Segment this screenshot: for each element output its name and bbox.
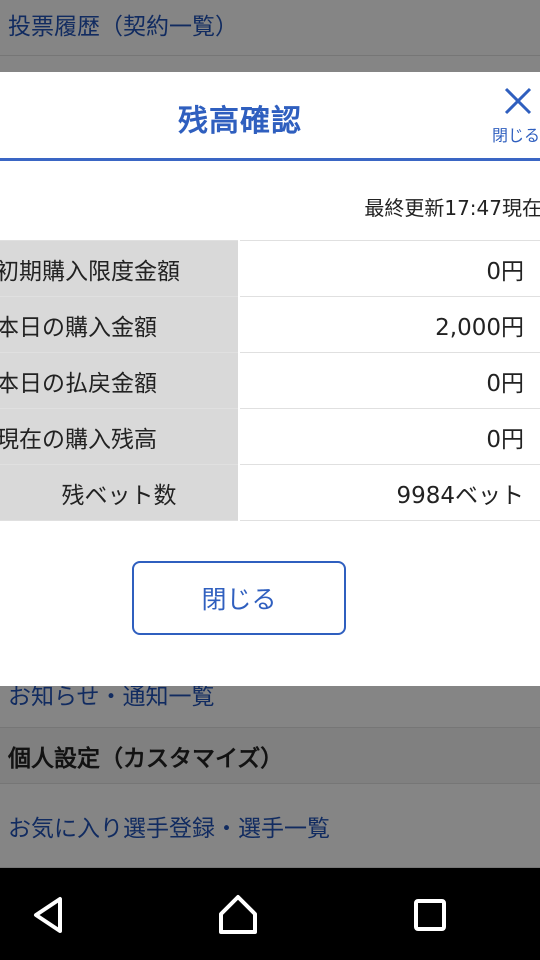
row-value: 9984ベット: [238, 464, 540, 521]
row-label: 本日の払戻金額: [0, 352, 239, 409]
system-nav-bar: [0, 868, 540, 960]
home-icon: [219, 895, 257, 934]
dialog-header: 残高確認 閉じる: [0, 72, 540, 161]
row-value: 0円: [238, 352, 540, 409]
row-label: 現在の購入残高: [0, 408, 239, 465]
row-value: 2,000円: [238, 296, 540, 353]
close-icon-label: 閉じる: [492, 126, 540, 145]
dialog-close-button[interactable]: 閉じる: [492, 86, 540, 146]
balance-table: 初期購入限度金額 0円 本日の購入金額 2,000円 本日の払戻金額 0円 現在…: [0, 240, 540, 521]
back-button[interactable]: [26, 892, 72, 938]
table-row: 本日の購入金額 2,000円: [0, 296, 540, 353]
header-divider: [0, 158, 540, 161]
balance-dialog: 残高確認 閉じる 最終更新17:47現在 初期購入限度金額 0円 本日の購入金額…: [0, 72, 540, 686]
table-row: 現在の購入残高 0円: [0, 408, 540, 465]
table-row: 残ベット数 9984ベット: [0, 464, 540, 521]
row-label: 本日の購入金額: [0, 296, 239, 353]
close-icon: [504, 87, 532, 115]
dialog-title: 残高確認: [178, 104, 302, 139]
last-updated-text: 最終更新17:47現在: [364, 196, 540, 220]
recents-icon: [414, 899, 446, 931]
row-label: 残ベット数: [0, 464, 239, 521]
row-value: 0円: [238, 240, 540, 297]
row-value: 0円: [238, 408, 540, 465]
close-button[interactable]: 閉じる: [132, 561, 346, 635]
home-button[interactable]: [215, 892, 261, 938]
table-row: 本日の払戻金額 0円: [0, 352, 540, 409]
table-row: 初期購入限度金額 0円: [0, 240, 540, 297]
row-label: 初期購入限度金額: [0, 240, 239, 297]
recents-button[interactable]: [407, 892, 453, 938]
back-icon: [34, 897, 62, 933]
